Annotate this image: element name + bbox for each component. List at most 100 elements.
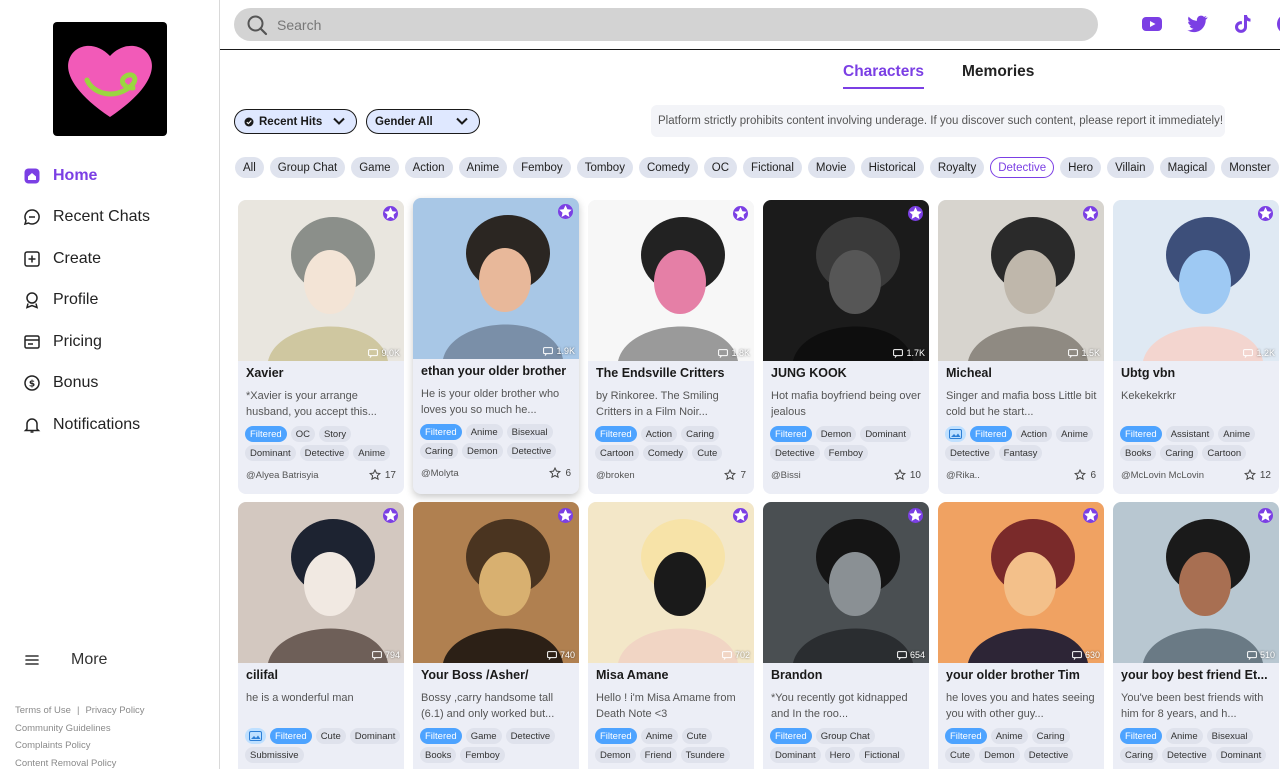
message-count-icon: [543, 346, 554, 356]
category-chip-monster[interactable]: Monster: [1221, 157, 1279, 178]
favorite-star-icon[interactable]: [383, 206, 398, 221]
character-card[interactable]: 630 your older brother Tim he loves you an…: [938, 502, 1104, 769]
character-card[interactable]: 1.5K Micheal Singer and mafia boss Little …: [938, 200, 1104, 494]
favorite-star-icon[interactable]: [558, 508, 573, 523]
sidebar-item-pricing[interactable]: Pricing: [0, 321, 219, 363]
category-chip-villain[interactable]: Villain: [1107, 157, 1154, 178]
more-button[interactable]: More: [23, 651, 107, 669]
message-count-value: 1.8K: [731, 348, 750, 358]
category-chip-magical[interactable]: Magical: [1159, 157, 1216, 178]
card-tag: Caring: [420, 443, 458, 459]
category-chip-all[interactable]: All: [235, 157, 264, 178]
privacy-link[interactable]: Privacy Policy: [85, 705, 144, 716]
card-tag: Submissive: [245, 747, 304, 763]
star-count[interactable]: 17: [368, 469, 396, 481]
character-card[interactable]: 1.2K Ubtg vbn Kekekekrkr Filtered Assistant A…: [1113, 200, 1279, 494]
card-tags: Filtered Cute Dominant Submissive: [245, 728, 401, 763]
content-removal-link[interactable]: Content Removal Policy: [15, 758, 116, 769]
message-count-icon: [1247, 650, 1257, 660]
category-chip-group-chat[interactable]: Group Chat: [269, 157, 346, 178]
sidebar-item-create[interactable]: Create: [0, 238, 219, 280]
character-card[interactable]: 510 your boy best friend Et... You've been…: [1113, 502, 1279, 769]
youtube-icon[interactable]: [1140, 12, 1164, 36]
favorite-star-icon[interactable]: [383, 508, 398, 523]
character-author[interactable]: @broken: [596, 470, 635, 481]
message-count: 510: [1247, 650, 1275, 660]
character-portrait: [588, 502, 754, 663]
favorite-star-icon[interactable]: [1258, 508, 1273, 523]
star-count[interactable]: 10: [893, 469, 921, 481]
card-image: 702: [588, 502, 754, 663]
gender-dropdown[interactable]: Gender All: [366, 109, 480, 134]
character-card[interactable]: 9.0K Xavier *Xavier is your arrange husban…: [238, 200, 404, 494]
character-author[interactable]: @Alyea Batrisyia: [246, 470, 318, 481]
sidebar-item-label: Recent Chats: [53, 208, 150, 226]
character-card[interactable]: 1.8K The Endsville Critters by Rinkoree. T…: [588, 200, 754, 494]
tiktok-icon[interactable]: [1230, 12, 1254, 36]
sort-dropdown[interactable]: Recent Hits: [234, 109, 357, 134]
favorite-star-icon[interactable]: [908, 206, 923, 221]
community-guidelines-link[interactable]: Community Guidelines: [15, 723, 111, 734]
character-author[interactable]: @Molyta: [421, 468, 459, 479]
sidebar-item-bonus[interactable]: $ Bonus: [0, 363, 219, 405]
message-count: 1.7K: [893, 348, 925, 358]
message-count: 630: [1072, 650, 1100, 660]
character-author[interactable]: @McLovin McLovin: [1121, 470, 1204, 481]
search-bar[interactable]: [234, 8, 1098, 41]
tab-memories[interactable]: Memories: [962, 63, 1034, 89]
category-chip-fictional[interactable]: Fictional: [743, 157, 802, 178]
category-chip-tomboy[interactable]: Tomboy: [576, 157, 633, 178]
terms-link[interactable]: Terms of Use: [15, 705, 71, 716]
favorite-star-icon[interactable]: [558, 204, 573, 219]
character-description: Kekekekrkr: [1121, 390, 1177, 402]
tab-characters[interactable]: Characters: [843, 63, 924, 89]
category-chip-comedy[interactable]: Comedy: [638, 157, 698, 178]
character-author[interactable]: @Rika..: [946, 470, 980, 481]
star-count[interactable]: 7: [724, 469, 746, 481]
character-card[interactable]: 702 Misa Amane Hello ! i'm Misa Amame from…: [588, 502, 754, 769]
card-image: 1.8K: [588, 200, 754, 361]
star-count[interactable]: 12: [1243, 469, 1271, 481]
sidebar-item-home[interactable]: Home: [0, 155, 219, 197]
category-chip-oc[interactable]: OC: [703, 157, 738, 178]
star-count[interactable]: 6: [1074, 469, 1096, 481]
twitter-icon[interactable]: [1185, 12, 1209, 36]
card-tags: Filtered Group Chat Dominant Hero Fictional: [770, 728, 926, 763]
card-tag: Anime: [1056, 426, 1094, 442]
character-card[interactable]: 740 Your Boss /Asher/Bossy ,carry handsom…: [413, 502, 579, 769]
star-count[interactable]: 6: [549, 467, 571, 479]
category-chip-detective[interactable]: Detective: [990, 157, 1055, 178]
character-name: JUNG KOOK: [771, 366, 847, 380]
category-chip-hero[interactable]: Hero: [1060, 157, 1102, 178]
category-chip-royalty[interactable]: Royalty: [929, 157, 985, 178]
character-card[interactable]: 654 Brandon *You recently got kidnapped an…: [763, 502, 929, 769]
profile-icon: [23, 291, 41, 309]
category-chip-action[interactable]: Action: [404, 157, 453, 178]
sidebar-item-recent-chats[interactable]: Recent Chats: [0, 197, 219, 239]
favorite-star-icon[interactable]: [733, 508, 748, 523]
character-author[interactable]: @Bissi: [771, 470, 801, 481]
favorite-star-icon[interactable]: [908, 508, 923, 523]
category-chip-femboy[interactable]: Femboy: [513, 157, 571, 178]
character-card[interactable]: 1.7K JUNG KOOK Hot mafia boyfriend being o…: [763, 200, 929, 494]
favorite-star-icon[interactable]: [1258, 206, 1273, 221]
message-count-value: 702: [734, 650, 750, 660]
sidebar-item-notifications[interactable]: Notifications: [0, 404, 219, 446]
app-root: Home Recent Chats Create Profile Pricing $ Bon…: [0, 0, 1280, 769]
favorite-star-icon[interactable]: [1083, 206, 1098, 221]
category-chip-historical[interactable]: Historical: [860, 157, 924, 178]
character-card[interactable]: 794 cilifal he is a wonderful man Filtered C…: [238, 502, 404, 769]
favorite-star-icon[interactable]: [733, 206, 748, 221]
category-chip-movie[interactable]: Movie: [807, 157, 855, 178]
category-chip-anime[interactable]: Anime: [458, 157, 508, 178]
search-input[interactable]: [277, 16, 1057, 33]
card-image: 740: [413, 502, 579, 663]
app-logo[interactable]: [53, 22, 167, 136]
favorite-star-icon[interactable]: [1083, 508, 1098, 523]
category-chip-game[interactable]: Game: [351, 157, 399, 178]
next-social-icon[interactable]: [1275, 12, 1280, 36]
complaints-policy-link[interactable]: Complaints Policy: [15, 740, 91, 751]
footer-links: Terms of Use | Privacy Policy Community Gu…: [15, 702, 215, 769]
sidebar-item-profile[interactable]: Profile: [0, 280, 219, 322]
character-card[interactable]: 1.9K ethan your older brother He is your o…: [413, 198, 579, 494]
